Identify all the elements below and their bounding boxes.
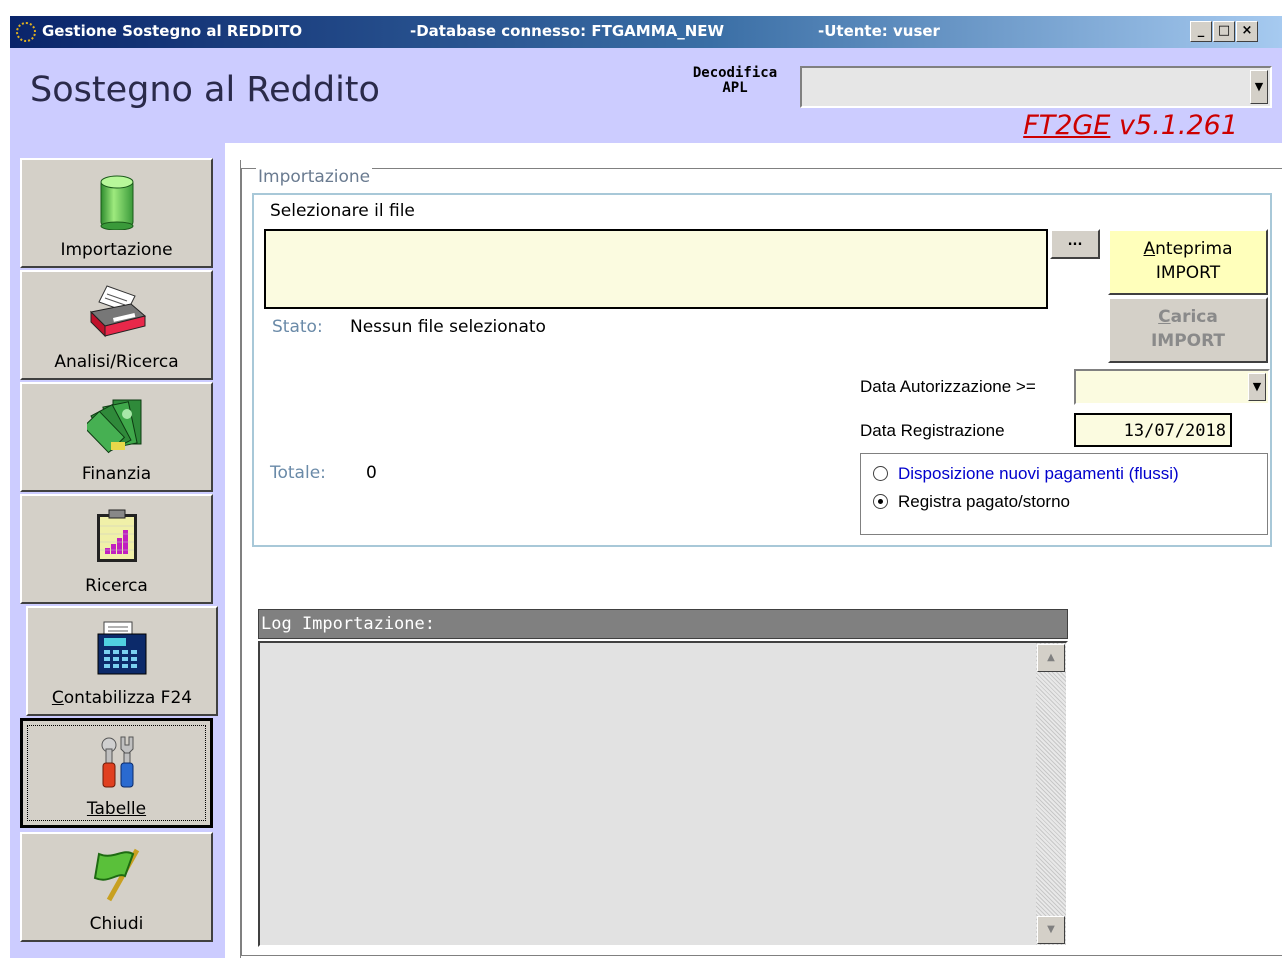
sidebar-item-chiudi[interactable]: Chiudi <box>20 832 213 942</box>
app-icon <box>16 22 36 42</box>
tools-icon <box>101 736 133 788</box>
sidebar-item-tabelle[interactable]: Tabelle <box>20 718 213 828</box>
version-prefix: FT2GE <box>1023 110 1111 141</box>
sidebar-item-label: Finanzia <box>81 464 152 484</box>
decodifica-apl-label: Decodifica APL <box>675 66 795 96</box>
radio-button-selected-icon[interactable] <box>873 494 888 509</box>
version-number: v5.1.261 <box>1110 110 1238 141</box>
decodifica-label-line2: APL <box>722 80 748 96</box>
header-band: Sostegno al Reddito Decodifica APL ▼ FT2… <box>10 48 1282 143</box>
calculator-icon <box>97 621 147 675</box>
mnemonic-letter: C <box>1158 307 1171 327</box>
radio-button-icon[interactable] <box>873 466 888 481</box>
importazione-legend: Importazione <box>256 167 373 187</box>
carica-line1-rest: arica <box>1170 307 1218 327</box>
green-flag-icon <box>93 848 139 902</box>
file-label: Selezionare il file <box>270 201 415 221</box>
anteprima-line1: Anteprima <box>1110 237 1266 261</box>
sidebar-item-analisi-ricerca[interactable]: Analisi/Ricerca <box>20 270 213 380</box>
totale-value: 0 <box>366 463 377 483</box>
log-importazione-textarea[interactable]: ▲ ▼ <box>258 641 1068 947</box>
log-importazione-header: Log Importazione: <box>258 609 1068 639</box>
radio-label: Disposizione nuovi pagamenti (flussi) <box>898 464 1179 483</box>
stato-value: Nessun file selezionato <box>350 317 546 337</box>
chevron-down-icon[interactable]: ▼ <box>1250 70 1268 104</box>
sidebar: Importazione Analisi/Ricerca Finanzia Ri… <box>10 143 225 958</box>
sidebar-item-finanzia[interactable]: Finanzia <box>20 382 213 492</box>
mnemonic-letter: A <box>1143 239 1156 259</box>
chart-clipboard-icon <box>96 509 137 562</box>
sidebar-item-label: Importazione <box>60 240 173 260</box>
stato-label: Stato: <box>272 317 323 337</box>
anteprima-import-button[interactable]: Anteprima IMPORT <box>1108 229 1268 295</box>
sidebar-item-label: Tabelle <box>86 799 147 819</box>
importazione-frame: Importazione Selezionare il file ... Ant… <box>241 167 1282 956</box>
scroll-down-icon[interactable]: ▼ <box>1037 916 1065 944</box>
radio-registra-pagato-storno[interactable]: Registra pagato/storno <box>873 492 1070 512</box>
carica-line2: IMPORT <box>1150 331 1226 351</box>
data-registrazione-input[interactable]: 13/07/2018 <box>1074 413 1232 447</box>
sidebar-item-importazione[interactable]: Importazione <box>20 158 213 268</box>
radio-disposizione-nuovi-pagamenti[interactable]: Disposizione nuovi pagamenti (flussi) <box>873 464 1179 484</box>
apl-select[interactable]: ▼ <box>800 66 1272 108</box>
minimize-button[interactable]: _ <box>1190 21 1212 42</box>
mnemonic-letter: C <box>51 688 64 708</box>
browse-button[interactable]: ... <box>1050 229 1100 259</box>
chevron-down-icon[interactable]: ▼ <box>1248 373 1266 401</box>
anteprima-line2: IMPORT <box>1155 263 1221 283</box>
money-notes-icon <box>86 399 141 454</box>
maximize-button[interactable]: □ <box>1213 21 1235 42</box>
data-autorizzazione-select[interactable]: ▼ <box>1074 369 1270 405</box>
radio-label: Registra pagato/storno <box>898 492 1070 511</box>
totale-label: Totale: <box>270 463 326 483</box>
scroll-up-icon[interactable]: ▲ <box>1037 644 1065 672</box>
log-scrollbar[interactable]: ▲ ▼ <box>1036 643 1066 945</box>
anteprima-line1-rest: nteprima <box>1155 239 1233 259</box>
import-panel: Selezionare il file ... Anteprima IMPORT… <box>252 193 1272 547</box>
data-registrazione-label: Data Registrazione <box>860 421 1005 440</box>
app-title: Sostegno al Reddito <box>30 70 380 110</box>
sidebar-item-contabilizza-f24[interactable]: Contabilizza F24 <box>26 606 218 716</box>
file-path-input[interactable] <box>264 229 1048 309</box>
window-title-user: -Utente: vuser <box>818 22 940 40</box>
sidebar-item-label: Analisi/Ricerca <box>54 352 179 372</box>
window-title-bar: Gestione Sostegno al REDDITO -Database c… <box>10 16 1282 48</box>
sidebar-item-ricerca[interactable]: Ricerca <box>20 494 213 604</box>
close-button[interactable]: × <box>1236 21 1258 42</box>
version-label: FT2GE v5.1.261 <box>1023 110 1238 141</box>
sidebar-item-label: Contabilizza F24 <box>28 688 216 708</box>
printer-icon <box>89 285 146 338</box>
database-cylinder-icon <box>100 175 133 230</box>
carica-line1: Carica <box>1110 305 1266 329</box>
window-title-app: Gestione Sostegno al REDDITO <box>42 22 303 40</box>
decodifica-label-line1: Decodifica <box>692 65 778 81</box>
sidebar-item-label: Ricerca <box>85 576 148 596</box>
window-title-database: -Database connesso: FTGAMMA_NEW <box>410 22 725 40</box>
tipo-import-radio-group: Disposizione nuovi pagamenti (flussi) Re… <box>860 453 1268 535</box>
sidebar-item-label-rest: ontabilizza F24 <box>63 688 193 708</box>
sidebar-item-label: Chiudi <box>89 914 144 934</box>
carica-import-button[interactable]: Carica IMPORT <box>1108 297 1268 363</box>
data-autorizzazione-label: Data Autorizzazione >= <box>860 377 1036 396</box>
main-area: Importazione Selezionare il file ... Ant… <box>240 160 1282 958</box>
